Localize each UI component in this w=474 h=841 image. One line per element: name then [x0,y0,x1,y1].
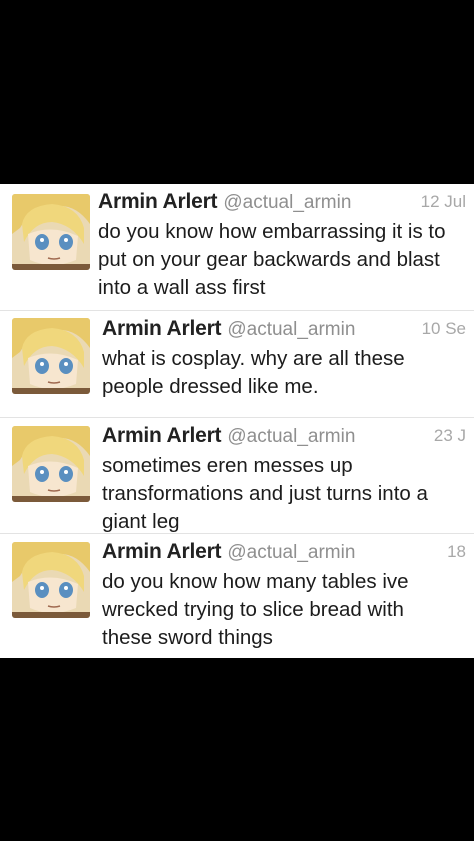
tweet-text: sometimes eren messes up transformations… [102,454,428,533]
timestamp: 10 Se [415,319,466,339]
tweet-header: Armin Arlert @actual_armin [102,424,474,452]
display-name[interactable]: Armin Arlert [102,424,222,447]
avatar[interactable] [12,194,90,270]
tweet-text: do you know how many tables ive wrecked … [102,570,409,649]
timestamp: 23 J [427,426,466,446]
user-handle[interactable]: @actual_armin [227,426,355,447]
tweet-text: do you know how embarrassing it is to pu… [98,220,446,299]
display-name[interactable]: Armin Arlert [102,317,222,340]
display-name[interactable]: Armin Arlert [98,190,218,213]
user-handle[interactable]: @actual_armin [227,542,355,563]
user-handle[interactable]: @actual_armin [223,192,351,213]
avatar[interactable] [12,318,90,394]
divider [0,310,474,311]
display-name[interactable]: Armin Arlert [102,540,222,563]
tweet-text: what is cosplay. why are all these peopl… [102,347,405,398]
timestamp: 12 Jul [414,192,466,212]
avatar[interactable] [12,542,90,618]
avatar[interactable] [12,426,90,502]
tweet-header: Armin Arlert @actual_armin [102,540,474,568]
tweet-feed: Armin Arlert @actual_armin 12 Jul do you … [0,184,474,658]
user-handle[interactable]: @actual_armin [227,319,355,340]
divider [0,417,474,418]
timestamp: 18 [441,542,466,562]
divider [0,533,474,534]
